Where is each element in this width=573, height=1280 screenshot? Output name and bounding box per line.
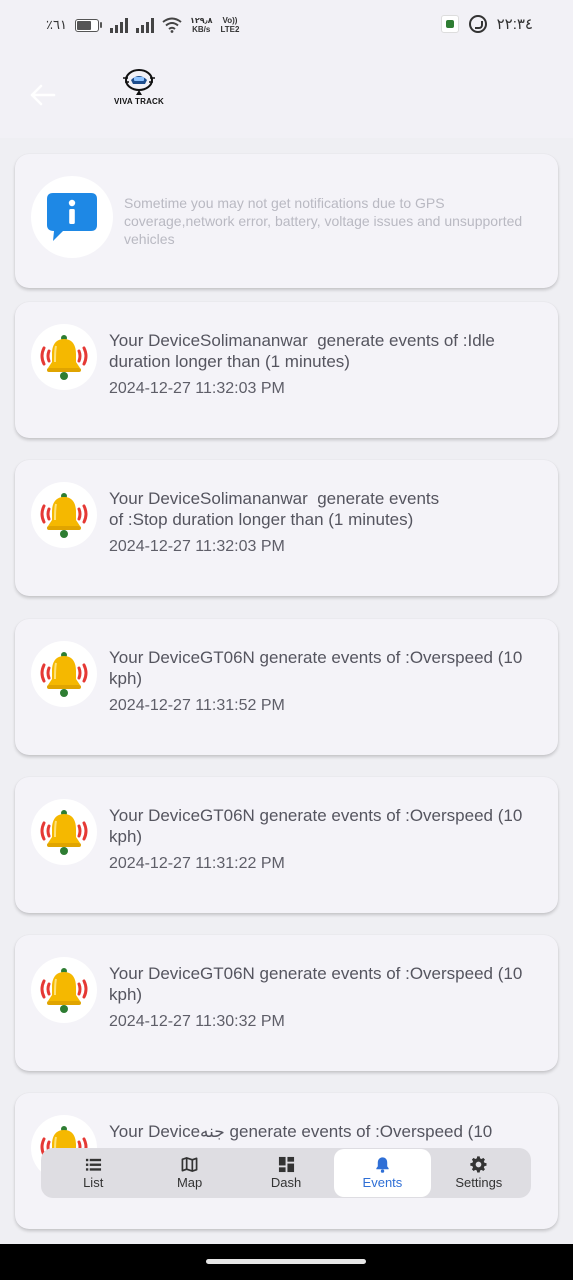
volte-bottom: LTE2 bbox=[220, 25, 240, 34]
nav-label: List bbox=[83, 1175, 104, 1190]
nav-item-settings[interactable]: Settings bbox=[431, 1149, 527, 1197]
bell-icon bbox=[376, 1157, 389, 1173]
app-notification-icon bbox=[440, 15, 459, 33]
bell-icon-badge bbox=[31, 799, 97, 865]
bell-icon-badge bbox=[31, 324, 97, 390]
event-message: Your DeviceGT06N generate events of :Ove… bbox=[109, 806, 528, 846]
signal-icon-2 bbox=[135, 17, 154, 33]
network-speed-unit: KB/s bbox=[192, 25, 211, 34]
event-message: Your DeviceGT06N generate events of :Ove… bbox=[109, 964, 528, 1004]
bell-icon-badge bbox=[31, 957, 97, 1023]
network-speed-value: ١٢٩٫٨ bbox=[189, 16, 213, 25]
alarm-bell-icon bbox=[40, 968, 88, 1013]
alarm-bell-icon bbox=[40, 493, 88, 538]
event-card[interactable]: Your DeviceGT06N generate events of :Ove… bbox=[15, 777, 558, 913]
logo-text: VIVA TRACK bbox=[114, 97, 164, 106]
arrow-left-icon bbox=[30, 84, 56, 106]
battery-icon bbox=[74, 18, 102, 32]
battery-percent: ٪٦١ bbox=[46, 17, 67, 32]
wifi-icon bbox=[162, 17, 182, 33]
whatsapp-icon bbox=[468, 15, 487, 33]
volte-top: Vo)) bbox=[222, 16, 238, 25]
nav-label: Dash bbox=[270, 1175, 302, 1190]
nav-item-events[interactable]: Events bbox=[334, 1149, 431, 1197]
system-navigation-bar bbox=[0, 1244, 573, 1280]
event-card[interactable]: Your DeviceGT06N generate events of :Ove… bbox=[15, 935, 558, 1071]
logo-mark bbox=[123, 69, 155, 95]
nav-item-list[interactable]: List bbox=[45, 1149, 141, 1197]
signal-icon bbox=[109, 17, 128, 33]
list-icon bbox=[85, 1158, 101, 1171]
event-time: 2024-12-27 11:32:03 PM bbox=[109, 380, 285, 397]
volte-indicator: Vo)) LTE2 bbox=[220, 16, 239, 34]
dashboard-icon bbox=[278, 1156, 294, 1173]
event-message: Your DeviceGT06N generate events of :Ove… bbox=[109, 648, 528, 688]
event-message: Your Deviceجنه generate events of :Overs… bbox=[109, 1122, 493, 1141]
notice-card: Sometime you may not get notifications d… bbox=[15, 154, 558, 288]
event-message: Your DeviceSolimananwar generate events … bbox=[109, 331, 500, 371]
event-time: 2024-12-27 11:31:52 PM bbox=[109, 697, 285, 714]
map-icon bbox=[181, 1157, 198, 1172]
events-list[interactable]: Sometime you may not get notifications d… bbox=[0, 138, 573, 1244]
event-time: 2024-12-27 11:30:32 PM bbox=[109, 1013, 285, 1030]
info-chat-icon bbox=[47, 193, 97, 241]
back-button[interactable] bbox=[26, 79, 58, 111]
event-time: 2024-12-27 11:31:22 PM bbox=[109, 855, 285, 872]
bottom-navigation: List Map Dash Events Settings bbox=[41, 1148, 531, 1198]
home-indicator[interactable] bbox=[206, 1259, 366, 1264]
gear-icon bbox=[470, 1156, 487, 1173]
info-icon-badge bbox=[31, 176, 113, 258]
nav-label: Events bbox=[362, 1175, 403, 1190]
event-card[interactable]: Your DeviceSolimananwar generate events … bbox=[15, 460, 558, 596]
nav-item-dash[interactable]: Dash bbox=[238, 1149, 334, 1197]
notice-text: Sometime you may not get notifications d… bbox=[124, 195, 523, 247]
status-right: ٢٢:٣٤ bbox=[440, 15, 533, 33]
app-logo: VIVA TRACK bbox=[112, 68, 166, 114]
status-left: ٪٦١ ١٢٩٫٨ KB/s Vo)) LTE2 bbox=[46, 16, 239, 34]
event-message: Your DeviceSolimananwar generate events … bbox=[109, 489, 440, 529]
status-bar: ٪٦١ ١٢٩٫٨ KB/s Vo)) LTE2 ٢٢:٣٤ bbox=[0, 0, 573, 52]
bell-icon-badge bbox=[31, 482, 97, 548]
event-card[interactable]: Your DeviceSolimananwar generate events … bbox=[15, 302, 558, 438]
nav-label: Settings bbox=[455, 1175, 503, 1190]
alarm-bell-icon bbox=[40, 335, 88, 380]
event-card[interactable]: Your DeviceGT06N generate events of :Ove… bbox=[15, 619, 558, 755]
nav-label: Map bbox=[176, 1175, 203, 1190]
bell-icon-badge bbox=[31, 641, 97, 707]
alarm-bell-icon bbox=[40, 652, 88, 697]
network-speed: ١٢٩٫٨ KB/s bbox=[190, 16, 213, 34]
app-bar: VIVA TRACK bbox=[0, 52, 573, 138]
nav-item-map[interactable]: Map bbox=[141, 1149, 237, 1197]
event-time: 2024-12-27 11:32:03 PM bbox=[109, 538, 285, 555]
alarm-bell-icon bbox=[40, 810, 88, 855]
status-time: ٢٢:٣٤ bbox=[496, 16, 533, 33]
